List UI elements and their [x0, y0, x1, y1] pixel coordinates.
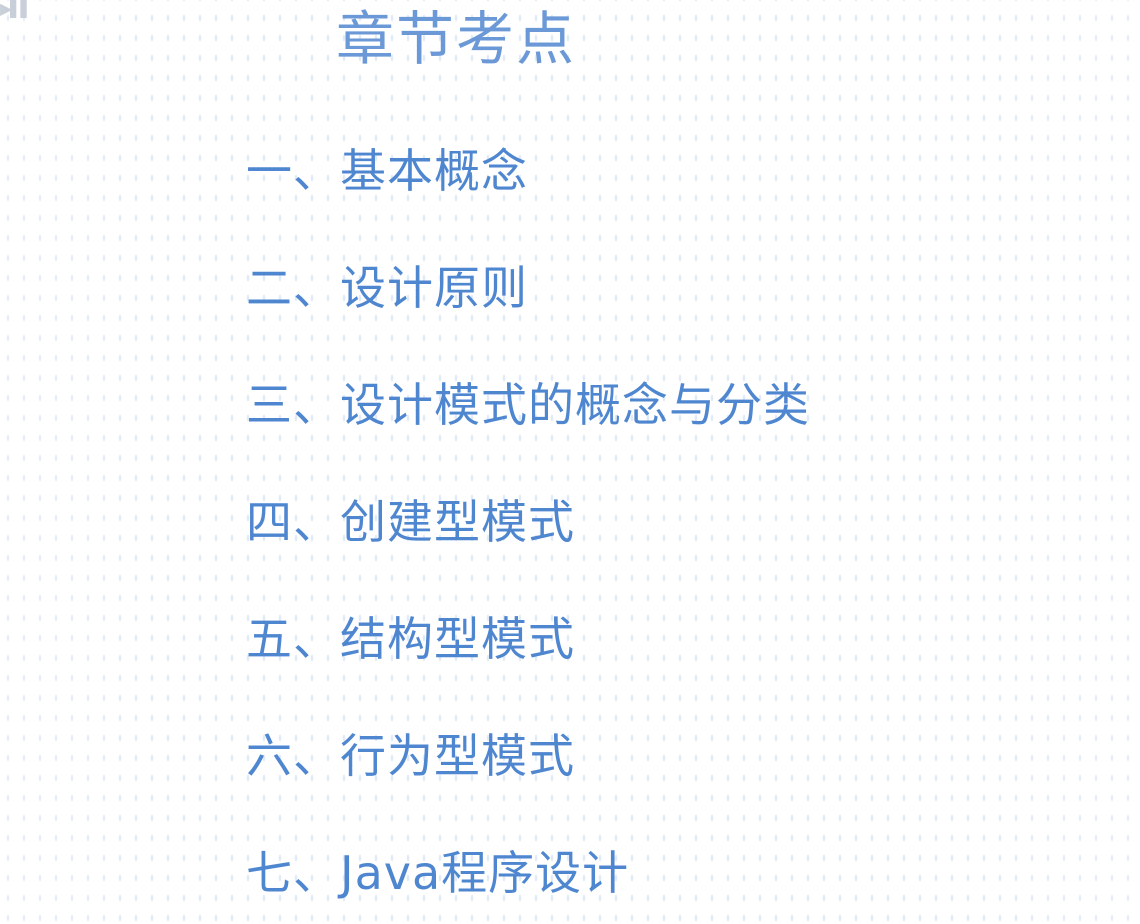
- list-item-label: 五、结构型模式: [246, 612, 575, 666]
- list-item-label: 一、基本概念: [246, 144, 528, 198]
- list-item: 二、设计原则: [246, 255, 810, 372]
- list-item-label: 六、行为型模式: [246, 729, 575, 783]
- slide-canvas: ▶▌▌ 章节考点 一、基本概念 二、设计原则 三、设计模式的概念与分类 四、创建…: [0, 0, 1140, 924]
- list-item: 五、结构型模式: [246, 606, 810, 723]
- list-item: 三、设计模式的概念与分类: [246, 372, 810, 489]
- list-item: 四、创建型模式: [246, 489, 810, 606]
- list-item-label: 四、创建型模式: [246, 495, 575, 549]
- list-item: 一、基本概念: [246, 138, 810, 255]
- list-item-label: 二、设计原则: [246, 261, 528, 315]
- player-corner-icon: ▶▌▌: [0, 0, 33, 18]
- list-item: 七、Java程序设计: [246, 840, 810, 924]
- list-item-label: 三、设计模式的概念与分类: [246, 378, 810, 432]
- topic-list: 一、基本概念 二、设计原则 三、设计模式的概念与分类 四、创建型模式 五、结构型…: [246, 138, 810, 924]
- page-title: 章节考点: [336, 5, 577, 73]
- list-item: 六、行为型模式: [246, 723, 810, 840]
- list-item-label: 七、Java程序设计: [246, 846, 630, 900]
